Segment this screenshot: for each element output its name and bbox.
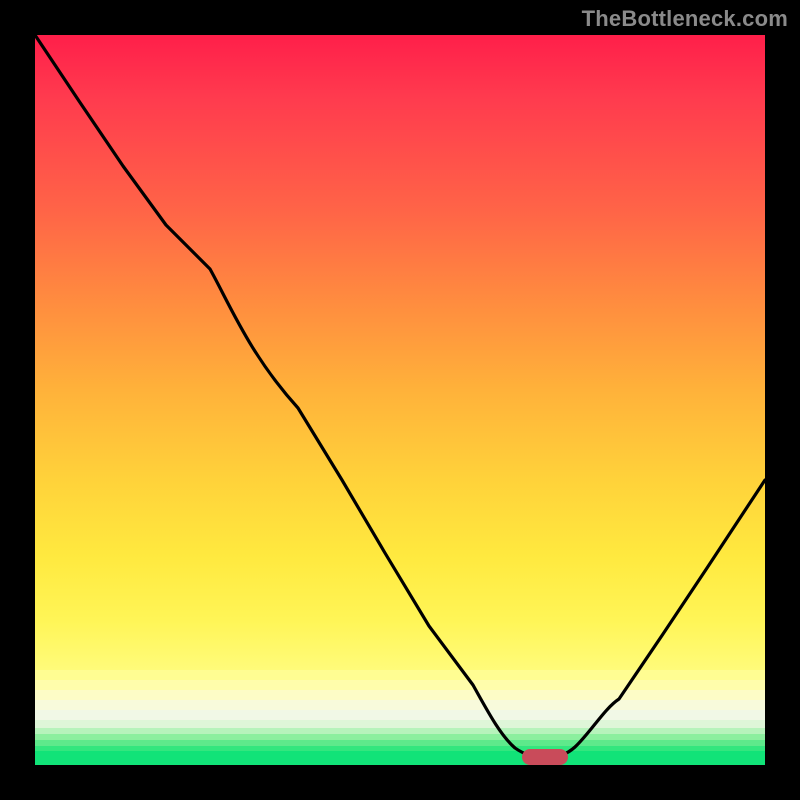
watermark-text: TheBottleneck.com (582, 6, 788, 32)
optimal-point-marker (522, 749, 568, 765)
plot-area (35, 35, 765, 765)
curve-layer (35, 35, 765, 765)
chart-frame: TheBottleneck.com (0, 0, 800, 800)
bottleneck-curve (35, 35, 765, 758)
